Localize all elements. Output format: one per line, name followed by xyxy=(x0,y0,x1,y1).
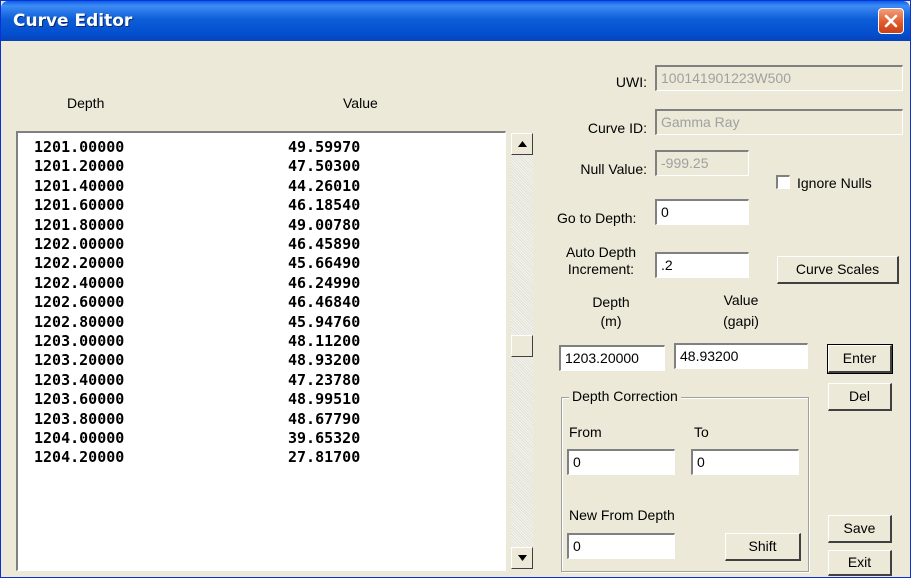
row-value: 48.11200 xyxy=(288,332,361,350)
goto-depth-field[interactable]: 0 xyxy=(655,199,749,225)
row-value: 46.18540 xyxy=(288,196,361,215)
row-depth: 1201.60000 xyxy=(34,196,125,215)
row-depth: 1203.80000 xyxy=(34,409,125,428)
arrow-up-icon xyxy=(518,141,527,147)
exit-button[interactable]: Exit xyxy=(828,550,892,576)
row-value: 49.00780 xyxy=(288,215,361,234)
uwi-label: UWI: xyxy=(615,74,647,90)
row-value: 48.93200 xyxy=(288,351,361,370)
depth-unit-label: (m) xyxy=(600,313,622,329)
correction-to-field[interactable]: 0 xyxy=(691,449,799,475)
correction-from-field[interactable]: 0 xyxy=(567,449,675,475)
row-depth: 1201.20000 xyxy=(34,157,125,176)
depth-correction-title: Depth Correction xyxy=(569,387,681,405)
uwi-field[interactable]: 100141901223W500 xyxy=(655,65,903,91)
row-depth: 1203.40000 xyxy=(34,370,125,389)
row-value: 39.65320 xyxy=(288,429,361,447)
curve-data-list[interactable]: 1201.00000 49.59970 1201.20000 47.50300 1201… xyxy=(16,131,506,571)
close-button[interactable] xyxy=(878,8,904,34)
scroll-up-button[interactable] xyxy=(511,133,533,155)
row-value: 47.50300 xyxy=(288,157,361,176)
arrow-down-icon xyxy=(518,555,527,561)
row-depth: 1202.20000 xyxy=(34,254,125,273)
row-value: 45.66490 xyxy=(288,254,361,273)
delete-button[interactable]: Del xyxy=(828,383,892,411)
new-from-depth-field[interactable]: 0 xyxy=(567,533,675,559)
save-button[interactable]: Save xyxy=(828,515,892,543)
goto-depth-label: Go to Depth: xyxy=(557,210,637,226)
null-value-field[interactable]: -999.25 xyxy=(655,150,749,176)
curve-editor-window: Curve Editor Depth Value 1201.00000 49.59… xyxy=(0,0,911,578)
row-value: 48.67790 xyxy=(288,409,361,428)
row-depth: 1203.20000 xyxy=(34,351,125,370)
from-label: From xyxy=(569,424,602,440)
row-depth: 1201.40000 xyxy=(34,176,125,195)
row-depth: 1202.80000 xyxy=(34,312,125,331)
row-depth: 1201.80000 xyxy=(34,215,125,234)
auto-increment-field[interactable]: .2 xyxy=(655,252,749,278)
row-depth: 1204.00000 xyxy=(34,429,125,447)
window-title: Curve Editor xyxy=(13,11,133,31)
curve-scales-button[interactable]: Curve Scales xyxy=(777,256,899,284)
row-value: 45.94760 xyxy=(288,312,361,331)
ignore-nulls-label[interactable]: Ignore Nulls xyxy=(797,175,872,191)
row-depth: 1204.20000 xyxy=(34,448,125,467)
curve-id-field[interactable]: Gamma Ray xyxy=(655,109,903,135)
title-bar[interactable]: Curve Editor xyxy=(1,1,910,41)
scroll-down-button[interactable] xyxy=(511,547,533,569)
curve-id-label: Curve ID: xyxy=(587,120,647,136)
row-depth: 1202.00000 xyxy=(34,235,125,253)
enter-button[interactable]: Enter xyxy=(827,344,893,374)
row-value: 44.26010 xyxy=(288,176,361,195)
shift-button[interactable]: Shift xyxy=(725,533,801,561)
close-icon xyxy=(884,14,898,28)
row-depth: 1203.60000 xyxy=(34,390,125,409)
depth-input-label: Depth xyxy=(592,294,630,310)
row-value: 46.24990 xyxy=(288,273,361,292)
row-depth: 1202.40000 xyxy=(34,273,125,292)
depth-column-header: Depth xyxy=(67,95,105,111)
value-input[interactable]: 48.93200 xyxy=(674,343,808,369)
row-value: 49.59970 xyxy=(288,138,361,156)
value-input-label: Value xyxy=(723,292,759,308)
row-value: 48.99510 xyxy=(288,390,361,409)
scroll-thumb[interactable] xyxy=(511,335,533,357)
row-value: 46.46840 xyxy=(288,293,361,312)
value-unit-label: (gapi) xyxy=(723,313,759,329)
row-value: 47.23780 xyxy=(288,370,361,389)
ignore-nulls-checkbox[interactable] xyxy=(776,175,790,189)
row-value: 46.45890 xyxy=(288,235,361,253)
to-label: To xyxy=(694,424,709,440)
auto-increment-label-line1: Auto Depth xyxy=(565,244,637,260)
value-column-header: Value xyxy=(343,95,378,111)
row-depth: 1202.60000 xyxy=(34,293,125,312)
row-depth: 1203.00000 xyxy=(34,332,125,350)
new-from-depth-label: New From Depth xyxy=(569,507,675,523)
depth-input[interactable]: 1203.20000 xyxy=(559,345,665,371)
null-value-label: Null Value: xyxy=(580,161,647,177)
row-value: 27.81700 xyxy=(288,448,361,467)
list-scrollbar[interactable] xyxy=(511,133,533,569)
row-depth: 1201.00000 xyxy=(34,138,125,156)
auto-increment-label-line2: Increment: xyxy=(567,261,635,277)
